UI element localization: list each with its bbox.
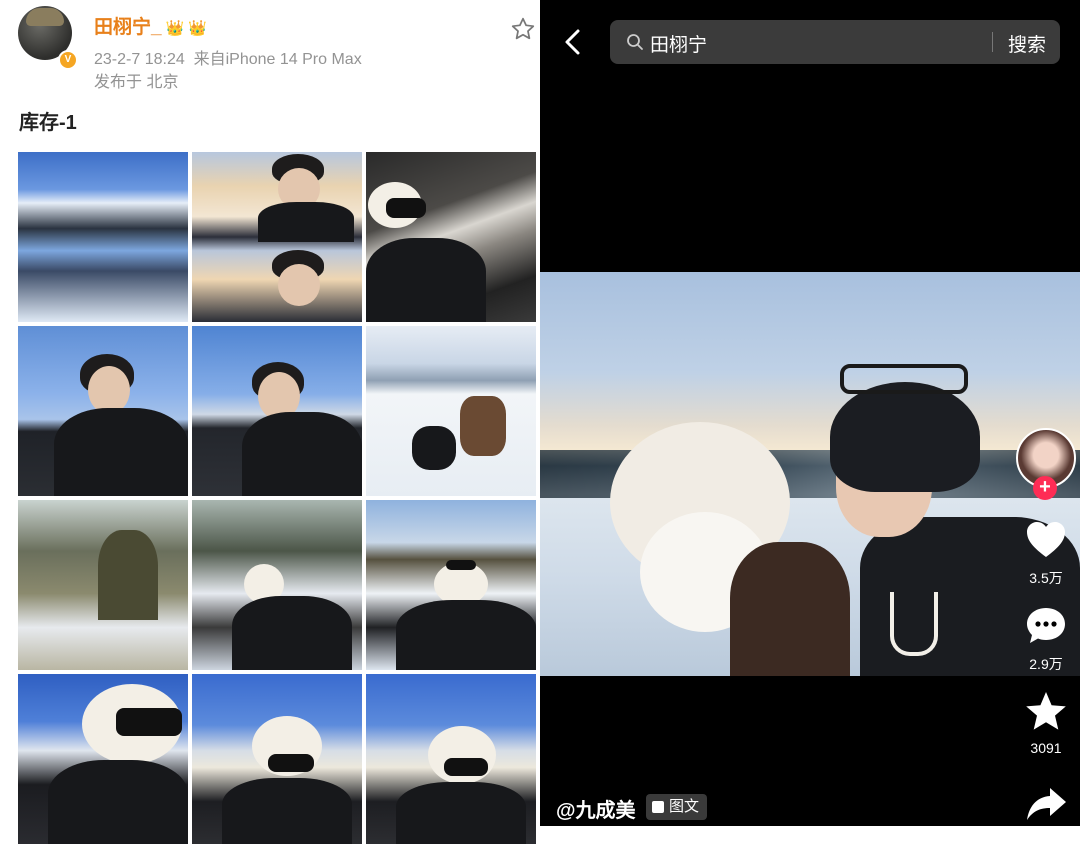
favorite-count: 3091 <box>1030 740 1062 756</box>
search-icon <box>627 34 643 50</box>
image-text-icon <box>652 801 664 813</box>
photo-subject-beanie <box>830 382 980 492</box>
like-count: 3.5万 <box>1029 570 1063 586</box>
favorite-star-icon[interactable] <box>510 16 536 42</box>
verified-badge-icon: V <box>58 50 78 70</box>
photo-thumbnail[interactable] <box>18 326 188 496</box>
search-button[interactable]: 搜索 <box>1008 30 1046 57</box>
photo-thumbnail[interactable] <box>366 500 536 670</box>
comment-bubble-icon[interactable] <box>1024 604 1068 648</box>
post-type-label: 图文 <box>669 798 700 815</box>
photo-thumbnail[interactable] <box>192 326 362 496</box>
photo-thumbnail[interactable] <box>192 674 362 844</box>
username[interactable]: 田栩宁_ 👑 👑 <box>94 12 207 39</box>
post-meta: 23-2-7 18:24 来自iPhone 14 Pro Max <box>94 45 362 69</box>
photo-thumbnail[interactable] <box>18 500 188 670</box>
crown-icon: 👑 <box>165 20 185 37</box>
photo-thumbnail[interactable] <box>18 152 188 322</box>
follow-plus-icon[interactable]: + <box>1033 476 1057 500</box>
weibo-post-panel: V 田栩宁_ 👑 👑 23-2-7 18:24 来自iPhone 14 Pro Ma… <box>0 0 540 844</box>
search-divider <box>992 32 993 52</box>
post-text: 库存-1 <box>19 112 77 134</box>
main-photo[interactable] <box>540 272 1080 676</box>
crown-icon: 👑 <box>188 20 207 37</box>
share-arrow-icon[interactable] <box>1024 782 1068 826</box>
photo-thumbnail[interactable] <box>366 152 536 322</box>
search-input[interactable]: 田栩宁 <box>650 30 707 57</box>
photo-thumbnail[interactable] <box>18 674 188 844</box>
author-handle[interactable]: @九成美 <box>556 794 636 823</box>
post-type-tag: 图文 <box>646 794 708 820</box>
like-heart-icon[interactable] <box>1024 518 1068 562</box>
username-text[interactable]: 田栩宁_ <box>94 17 162 38</box>
back-chevron-icon[interactable] <box>560 28 586 56</box>
post-timestamp: 23-2-7 18:24 <box>94 51 185 68</box>
photo-thumbnail[interactable] <box>192 500 362 670</box>
search-bar[interactable]: 田栩宁 搜索 <box>610 20 1060 64</box>
post-location: 发布于 北京 <box>94 74 179 91</box>
post-source: 来自iPhone 14 Pro Max <box>193 51 362 68</box>
douyin-panel: 田栩宁 搜索 + 3.5万 2.9万 3091 @九成美 图文 <box>540 0 1080 826</box>
photo-subject-drawstring <box>890 592 938 656</box>
photo-subject-hair <box>730 542 850 676</box>
photo-thumbnail[interactable] <box>366 326 536 496</box>
favorite-star-icon[interactable] <box>1024 690 1068 734</box>
comment-count: 2.9万 <box>1029 656 1063 672</box>
photo-subject-sunglasses <box>840 364 968 394</box>
photo-thumbnail[interactable] <box>192 152 362 322</box>
photo-thumbnail[interactable] <box>366 674 536 844</box>
